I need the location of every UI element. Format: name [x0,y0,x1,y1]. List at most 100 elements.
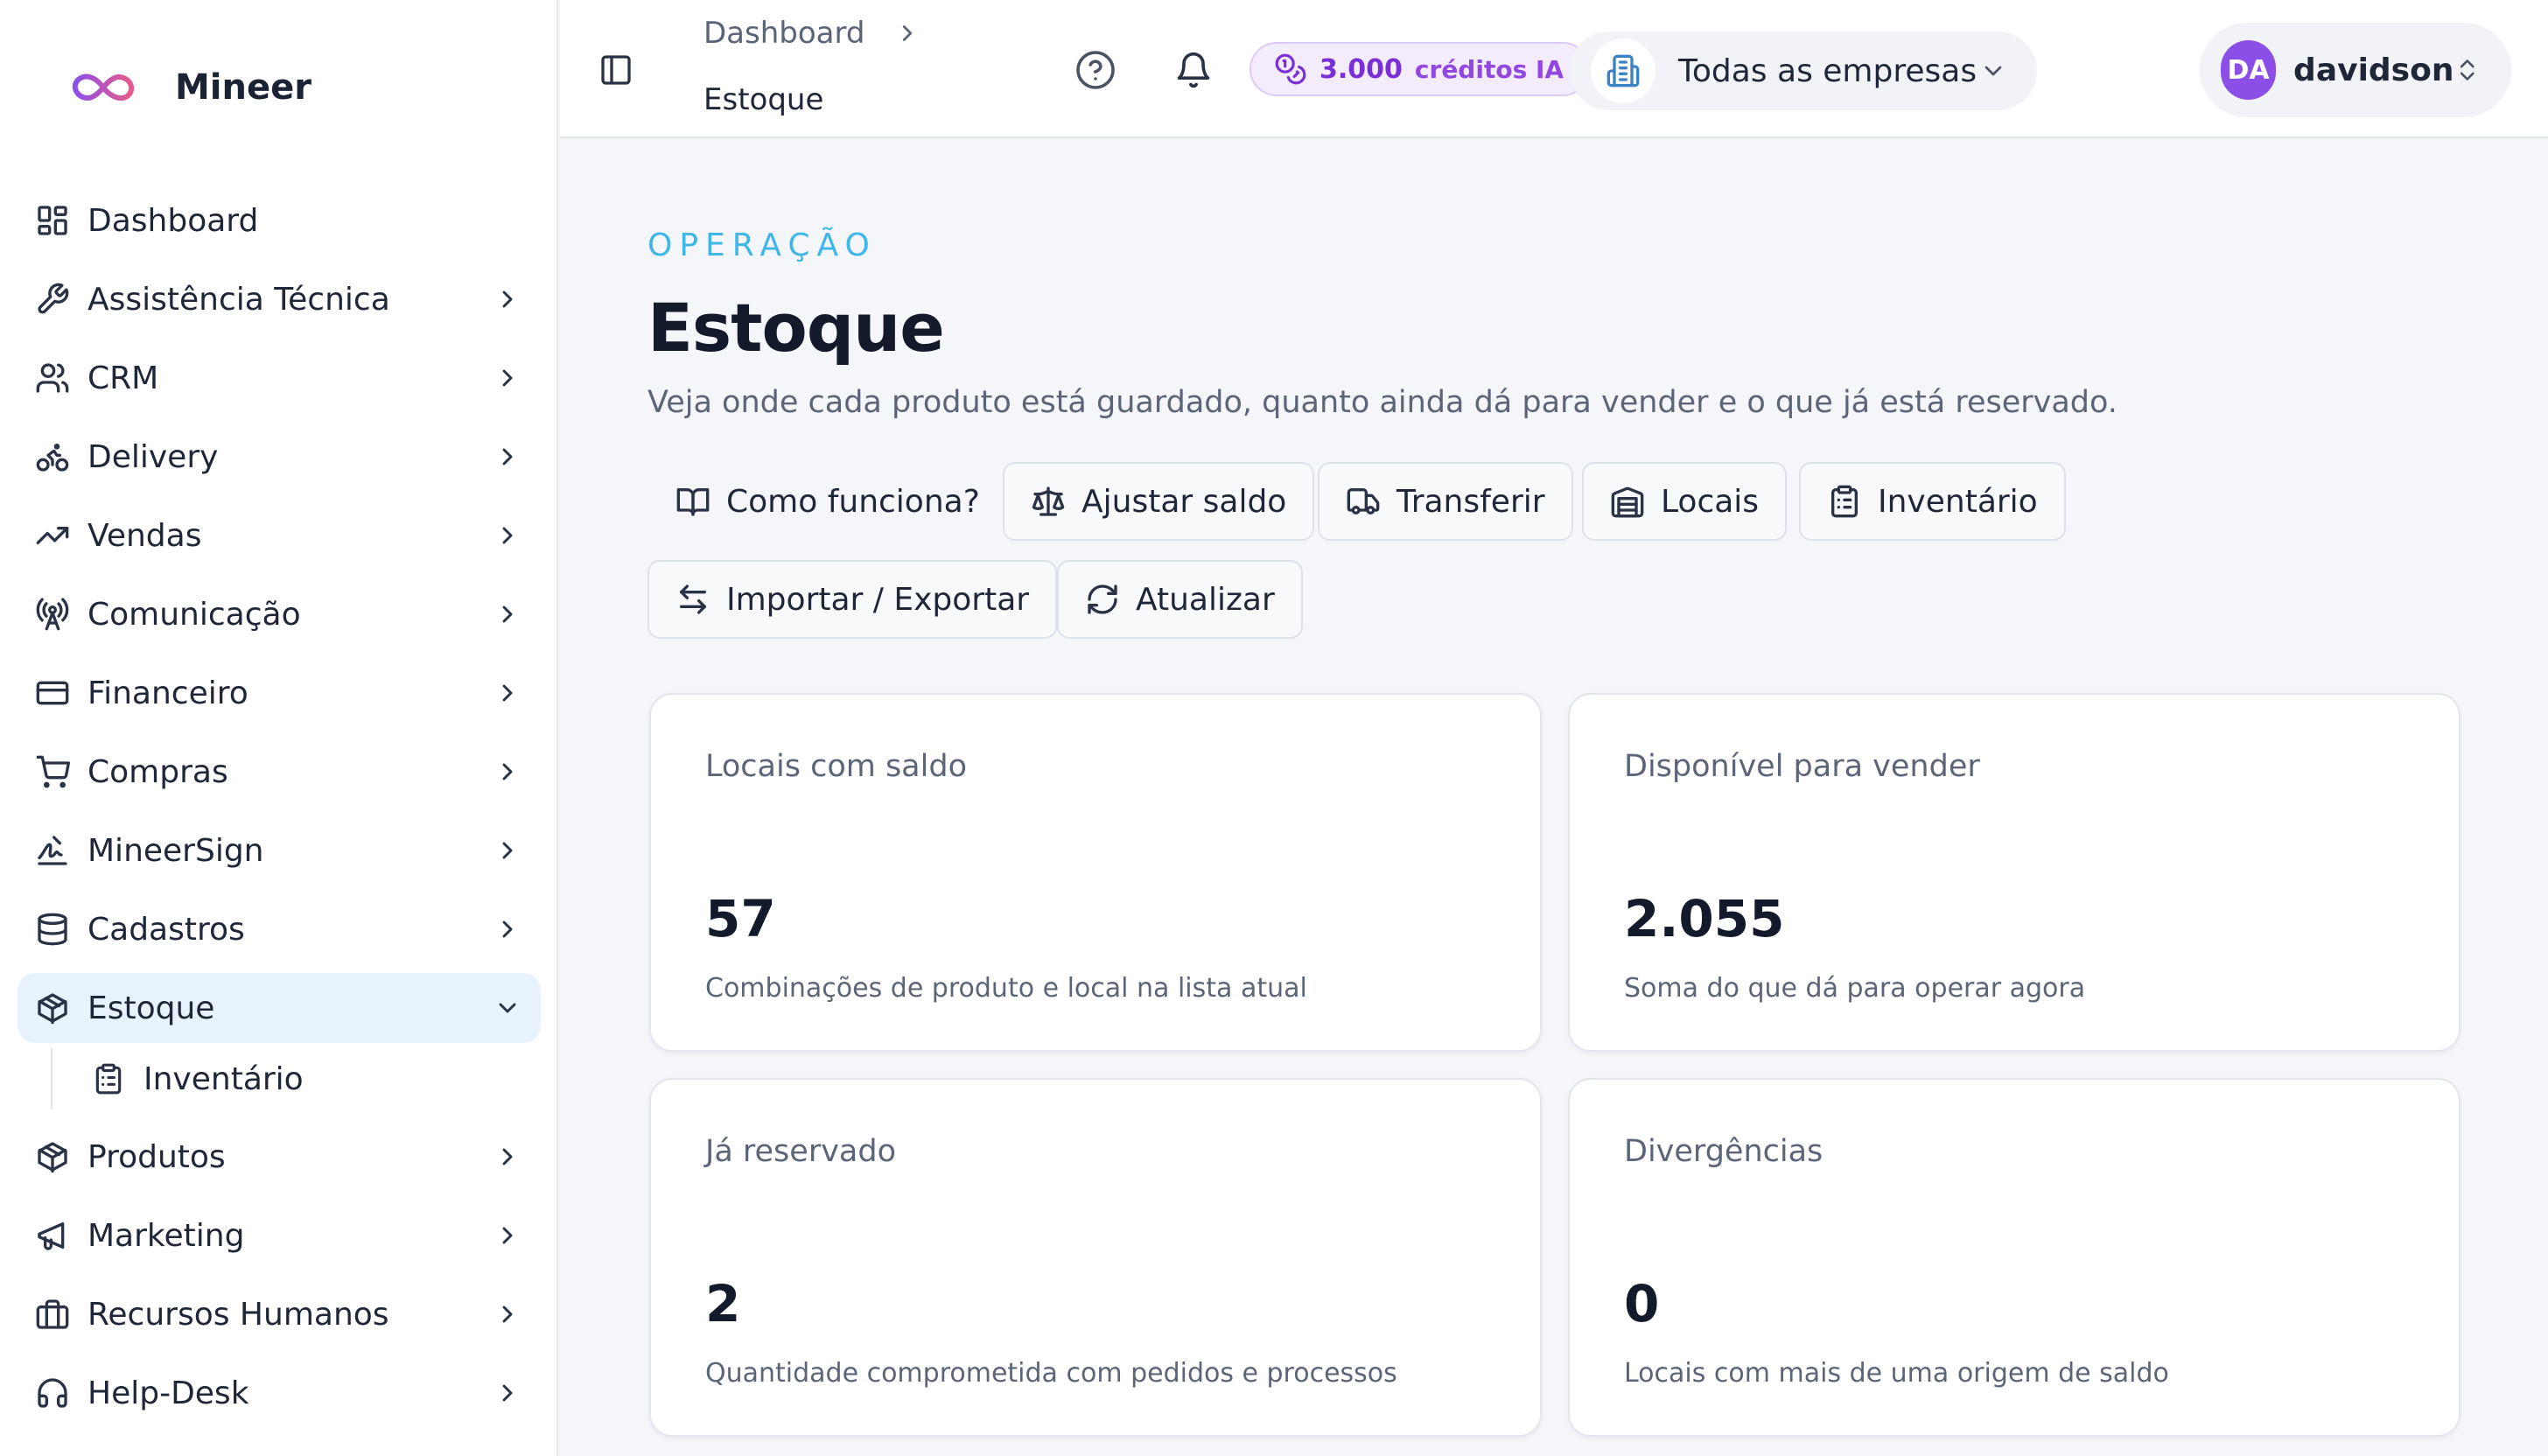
signature-icon [38,836,67,865]
user-menu[interactable]: DA davidson [2200,23,2511,117]
button-label: Locais [1661,483,1760,520]
sidebar-item-label: Produtos [88,1138,226,1175]
button-label: Inventário [1878,483,2038,520]
import-export-button[interactable]: Importar / Exportar [648,560,1058,639]
avatar: DA [2221,40,2277,100]
sidebar-item-label: Comunicação [88,596,301,633]
chevron-right-icon [502,448,513,466]
stat-card-disponivel-para-vender: Disponível para vender 2.055 Soma do que… [1568,693,2460,1052]
sidebar-subitem-label: Inventário [144,1060,304,1097]
package-icon [38,1142,67,1173]
dashboard-grid-icon [38,206,67,235]
stat-title: Divergências [1624,1134,1824,1169]
how-it-works-button[interactable]: Como funciona? [648,462,1008,541]
ai-credits-badge[interactable]: 3.000 créditos IA [1250,42,1591,96]
sidebar-item-label: Dashboard [88,202,259,239]
company-selector[interactable]: Todas as empresas [1570,32,2037,110]
chevron-right-icon [903,25,913,41]
clipboard-list-icon [95,1063,122,1095]
button-label: Atualizar [1136,581,1275,618]
sidebar-item-delivery[interactable]: Delivery [18,422,541,492]
chevron-right-icon [502,684,513,702]
stat-title: Locais com saldo [705,749,967,784]
sidebar-item-label: Estoque [88,990,215,1026]
transfer-button[interactable]: Transferir [1318,462,1573,541]
stat-value: 57 [705,889,776,948]
sidebar-item-comunicacao[interactable]: Comunicação [18,579,541,649]
building-icon [1606,54,1640,88]
chevron-down-icon [1984,66,2002,76]
sidebar-nav: Dashboard Assistência Técnica CRM Delive… [18,186,541,1437]
sidebar-toggle-icon[interactable] [598,52,634,88]
stat-description: Locais com mais de uma origem de saldo [1624,1358,2169,1389]
bell-icon[interactable] [1174,51,1213,89]
chevron-right-icon [502,527,513,544]
warehouse-icon [1611,486,1644,518]
sidebar-subitem-inventario[interactable]: Inventário [51,1048,541,1110]
scale-icon [1032,486,1065,516]
refresh-icon [1088,584,1117,614]
sidebar-item-label: MineerSign [88,832,264,869]
refresh-button[interactable]: Atualizar [1057,560,1303,639]
sidebar-item-cadastros[interactable]: Cadastros [18,894,541,964]
button-label: Importar / Exportar [726,581,1030,618]
coins-icon [1275,53,1306,85]
package-icon [38,993,67,1025]
sidebar-item-label: Help-Desk [88,1375,249,1411]
stat-description: Quantidade comprometida com pedidos e pr… [705,1358,1397,1389]
help-circle-icon[interactable] [1074,49,1116,91]
brand[interactable]: Mineer [70,61,312,114]
company-selector-value: Todas as empresas [1678,52,1978,89]
sidebar-item-estoque[interactable]: Estoque [18,973,541,1043]
ai-credits-amount: 3.000 [1320,53,1403,85]
stat-title: Disponível para vender [1624,749,1980,784]
truck-icon [1347,488,1380,514]
sidebar-item-vendas[interactable]: Vendas [18,500,541,570]
page-subtitle: Veja onde cada produto está guardado, qu… [648,385,2118,420]
user-name: davidson [2293,52,2454,88]
sidebar-item-marketing[interactable]: Marketing [18,1200,541,1270]
chevron-right-icon [502,369,513,387]
sidebar-item-label: Delivery [88,438,219,475]
sidebar-item-mineersign[interactable]: MineerSign [18,816,541,886]
stat-card-ja-reservado: Já reservado 2 Quantidade comprometida c… [649,1078,1542,1437]
stat-card-divergencias: Divergências 0 Locais com mais de uma or… [1568,1078,2460,1437]
sidebar-item-label: CRM [88,360,159,396]
inventory-button[interactable]: Inventário [1799,462,2066,541]
locations-button[interactable]: Locais [1582,462,1788,541]
page-title: Estoque [648,289,945,367]
wrench-icon [38,283,69,314]
adjust-balance-button[interactable]: Ajustar saldo [1003,462,1315,541]
chevron-down-icon [499,1003,516,1013]
sidebar-item-compras[interactable]: Compras [18,737,541,807]
sidebar-item-financeiro[interactable]: Financeiro [18,658,541,728]
chevron-right-icon [502,606,513,623]
brand-name: Mineer [175,67,312,108]
chevrons-up-down-icon [2460,60,2475,80]
button-label: Como funciona? [726,483,980,520]
breadcrumb-link-dashboard[interactable]: Dashboard [704,16,864,51]
chevron-right-icon [502,290,513,308]
arrows-left-right-icon [680,584,706,614]
stat-value: 0 [1624,1274,1660,1334]
sidebar-item-recursos-humanos[interactable]: Recursos Humanos [18,1279,541,1349]
sidebar-item-crm[interactable]: CRM [18,343,541,413]
chevron-right-icon [502,1227,513,1244]
sidebar: Mineer Dashboard Assistência Técnica CRM… [0,0,558,1456]
chevron-right-icon [502,920,513,938]
sidebar-item-produtos[interactable]: Produtos [18,1122,541,1192]
shopping-cart-icon [36,755,70,788]
sidebar-item-assistencia-tecnica[interactable]: Assistência Técnica [18,264,541,334]
sidebar-item-dashboard[interactable]: Dashboard [18,186,541,256]
breadcrumb-current: Estoque [704,82,824,117]
sidebar-item-label: Recursos Humanos [88,1296,389,1333]
mineer-logo-icon [72,74,135,102]
sidebar-item-label: Financeiro [88,675,248,711]
chevron-right-icon [502,1384,513,1402]
company-badge [1591,38,1656,103]
sidebar-item-label: Vendas [88,517,202,554]
stat-value: 2 [705,1274,741,1334]
sidebar-item-help-desk[interactable]: Help-Desk [18,1358,541,1428]
users-icon [36,363,69,393]
radio-tower-icon [36,598,69,631]
